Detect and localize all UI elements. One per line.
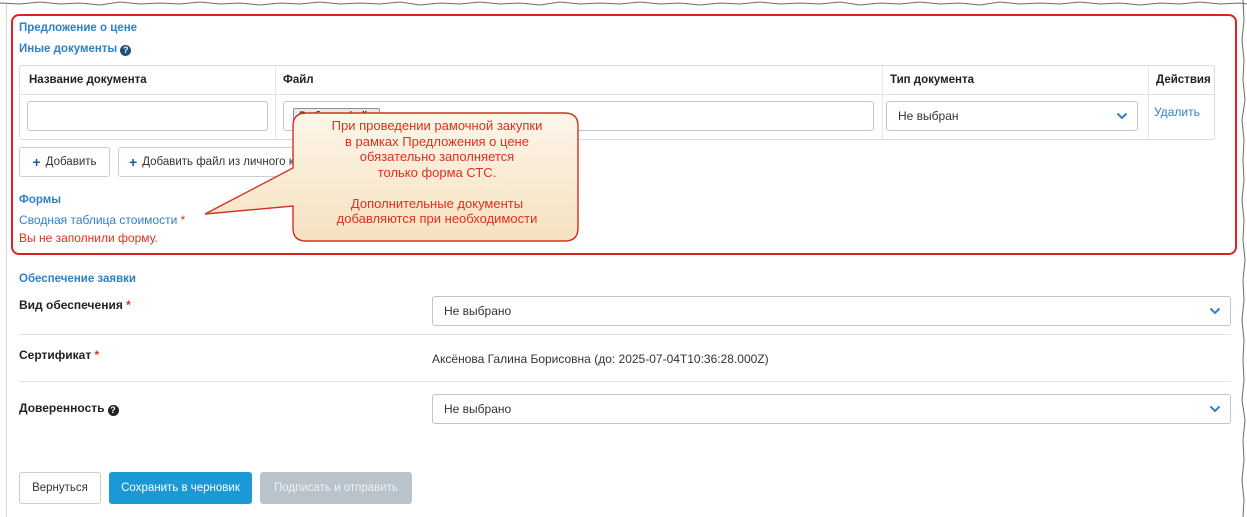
certificate-text: Сертификат	[19, 348, 92, 362]
plus-icon: +	[32, 154, 41, 170]
callout-line: При проведении рамочной закупки	[331, 118, 543, 133]
callout-text: При проведении рамочной закупки в рамках…	[295, 118, 579, 227]
callout-line: добавляются при необходимости	[336, 211, 538, 226]
required-mark: *	[94, 348, 100, 362]
doc-type-select[interactable]: Не выбран	[886, 101, 1138, 131]
add-button[interactable]: + Добавить	[19, 147, 110, 177]
price-offer-title: Предложение о цене	[19, 22, 138, 34]
sign-and-send-button[interactable]: Подписать и отправить	[260, 472, 412, 504]
chevron-down-icon	[1116, 112, 1128, 120]
row-divider	[19, 381, 1231, 382]
security-type-value: Не выбрано	[444, 304, 512, 318]
callout-line: обязательно заполняется	[359, 149, 515, 164]
chevron-down-icon	[1209, 405, 1221, 413]
torn-edge-right	[1241, 0, 1246, 517]
required-mark: *	[180, 213, 186, 227]
power-of-attorney-value: Не выбрано	[444, 402, 512, 416]
column-divider	[1148, 66, 1149, 140]
form-error-message: Вы не заполнили форму.	[19, 231, 158, 245]
doc-type-value: Не выбран	[898, 109, 959, 123]
other-docs-title: Иные документы?	[19, 43, 132, 56]
delete-link[interactable]: Удалить	[1154, 105, 1200, 119]
security-type-text: Вид обеспечения	[19, 298, 123, 312]
doc-name-input[interactable]	[27, 101, 268, 131]
column-header-file: Файл	[283, 74, 314, 86]
question-circle-icon[interactable]: ?	[107, 405, 119, 416]
callout-line: Дополнительные документы	[350, 195, 524, 211]
plus-icon: +	[129, 154, 138, 170]
security-type-label: Вид обеспечения *	[19, 298, 131, 312]
security-title: Обеспечение заявки	[19, 273, 136, 285]
callout-line: в рамках Предложения о цене	[345, 133, 529, 149]
column-divider	[882, 66, 883, 140]
column-header-doc-name: Название документа	[29, 74, 147, 86]
callout-line	[295, 180, 579, 196]
column-header-doc-type: Тип документа	[890, 74, 974, 86]
table-header-divider	[20, 94, 1214, 95]
question-circle-icon[interactable]: ?	[120, 45, 132, 56]
summary-table-link[interactable]: Сводная таблица стоимости *	[19, 213, 185, 227]
add-button-label: Добавить	[45, 156, 97, 168]
row-divider	[19, 334, 1231, 335]
column-header-actions: Действия	[1156, 74, 1211, 86]
column-divider	[275, 66, 276, 140]
summary-table-label: Сводная таблица стоимости	[19, 213, 178, 227]
certificate-value: Аксёнова Галина Борисовна (до: 2025-07-0…	[432, 352, 769, 366]
chevron-down-icon	[1209, 307, 1221, 315]
back-button[interactable]: Вернуться	[19, 472, 101, 504]
frame-left-edge	[6, 4, 7, 517]
save-draft-button[interactable]: Сохранить в черновик	[109, 472, 252, 504]
callout-line: только форма СТС.	[377, 164, 497, 180]
certificate-label: Сертификат *	[19, 348, 99, 362]
other-docs-label: Иные документы	[19, 43, 118, 55]
torn-edge-top	[0, 1, 1247, 6]
power-of-attorney-text: Доверенность	[19, 401, 105, 415]
power-of-attorney-label: Доверенность?	[19, 401, 119, 416]
power-of-attorney-select[interactable]: Не выбрано	[432, 394, 1231, 424]
required-mark: *	[126, 298, 131, 312]
security-type-select[interactable]: Не выбрано	[432, 296, 1231, 326]
forms-title: Формы	[19, 194, 62, 206]
